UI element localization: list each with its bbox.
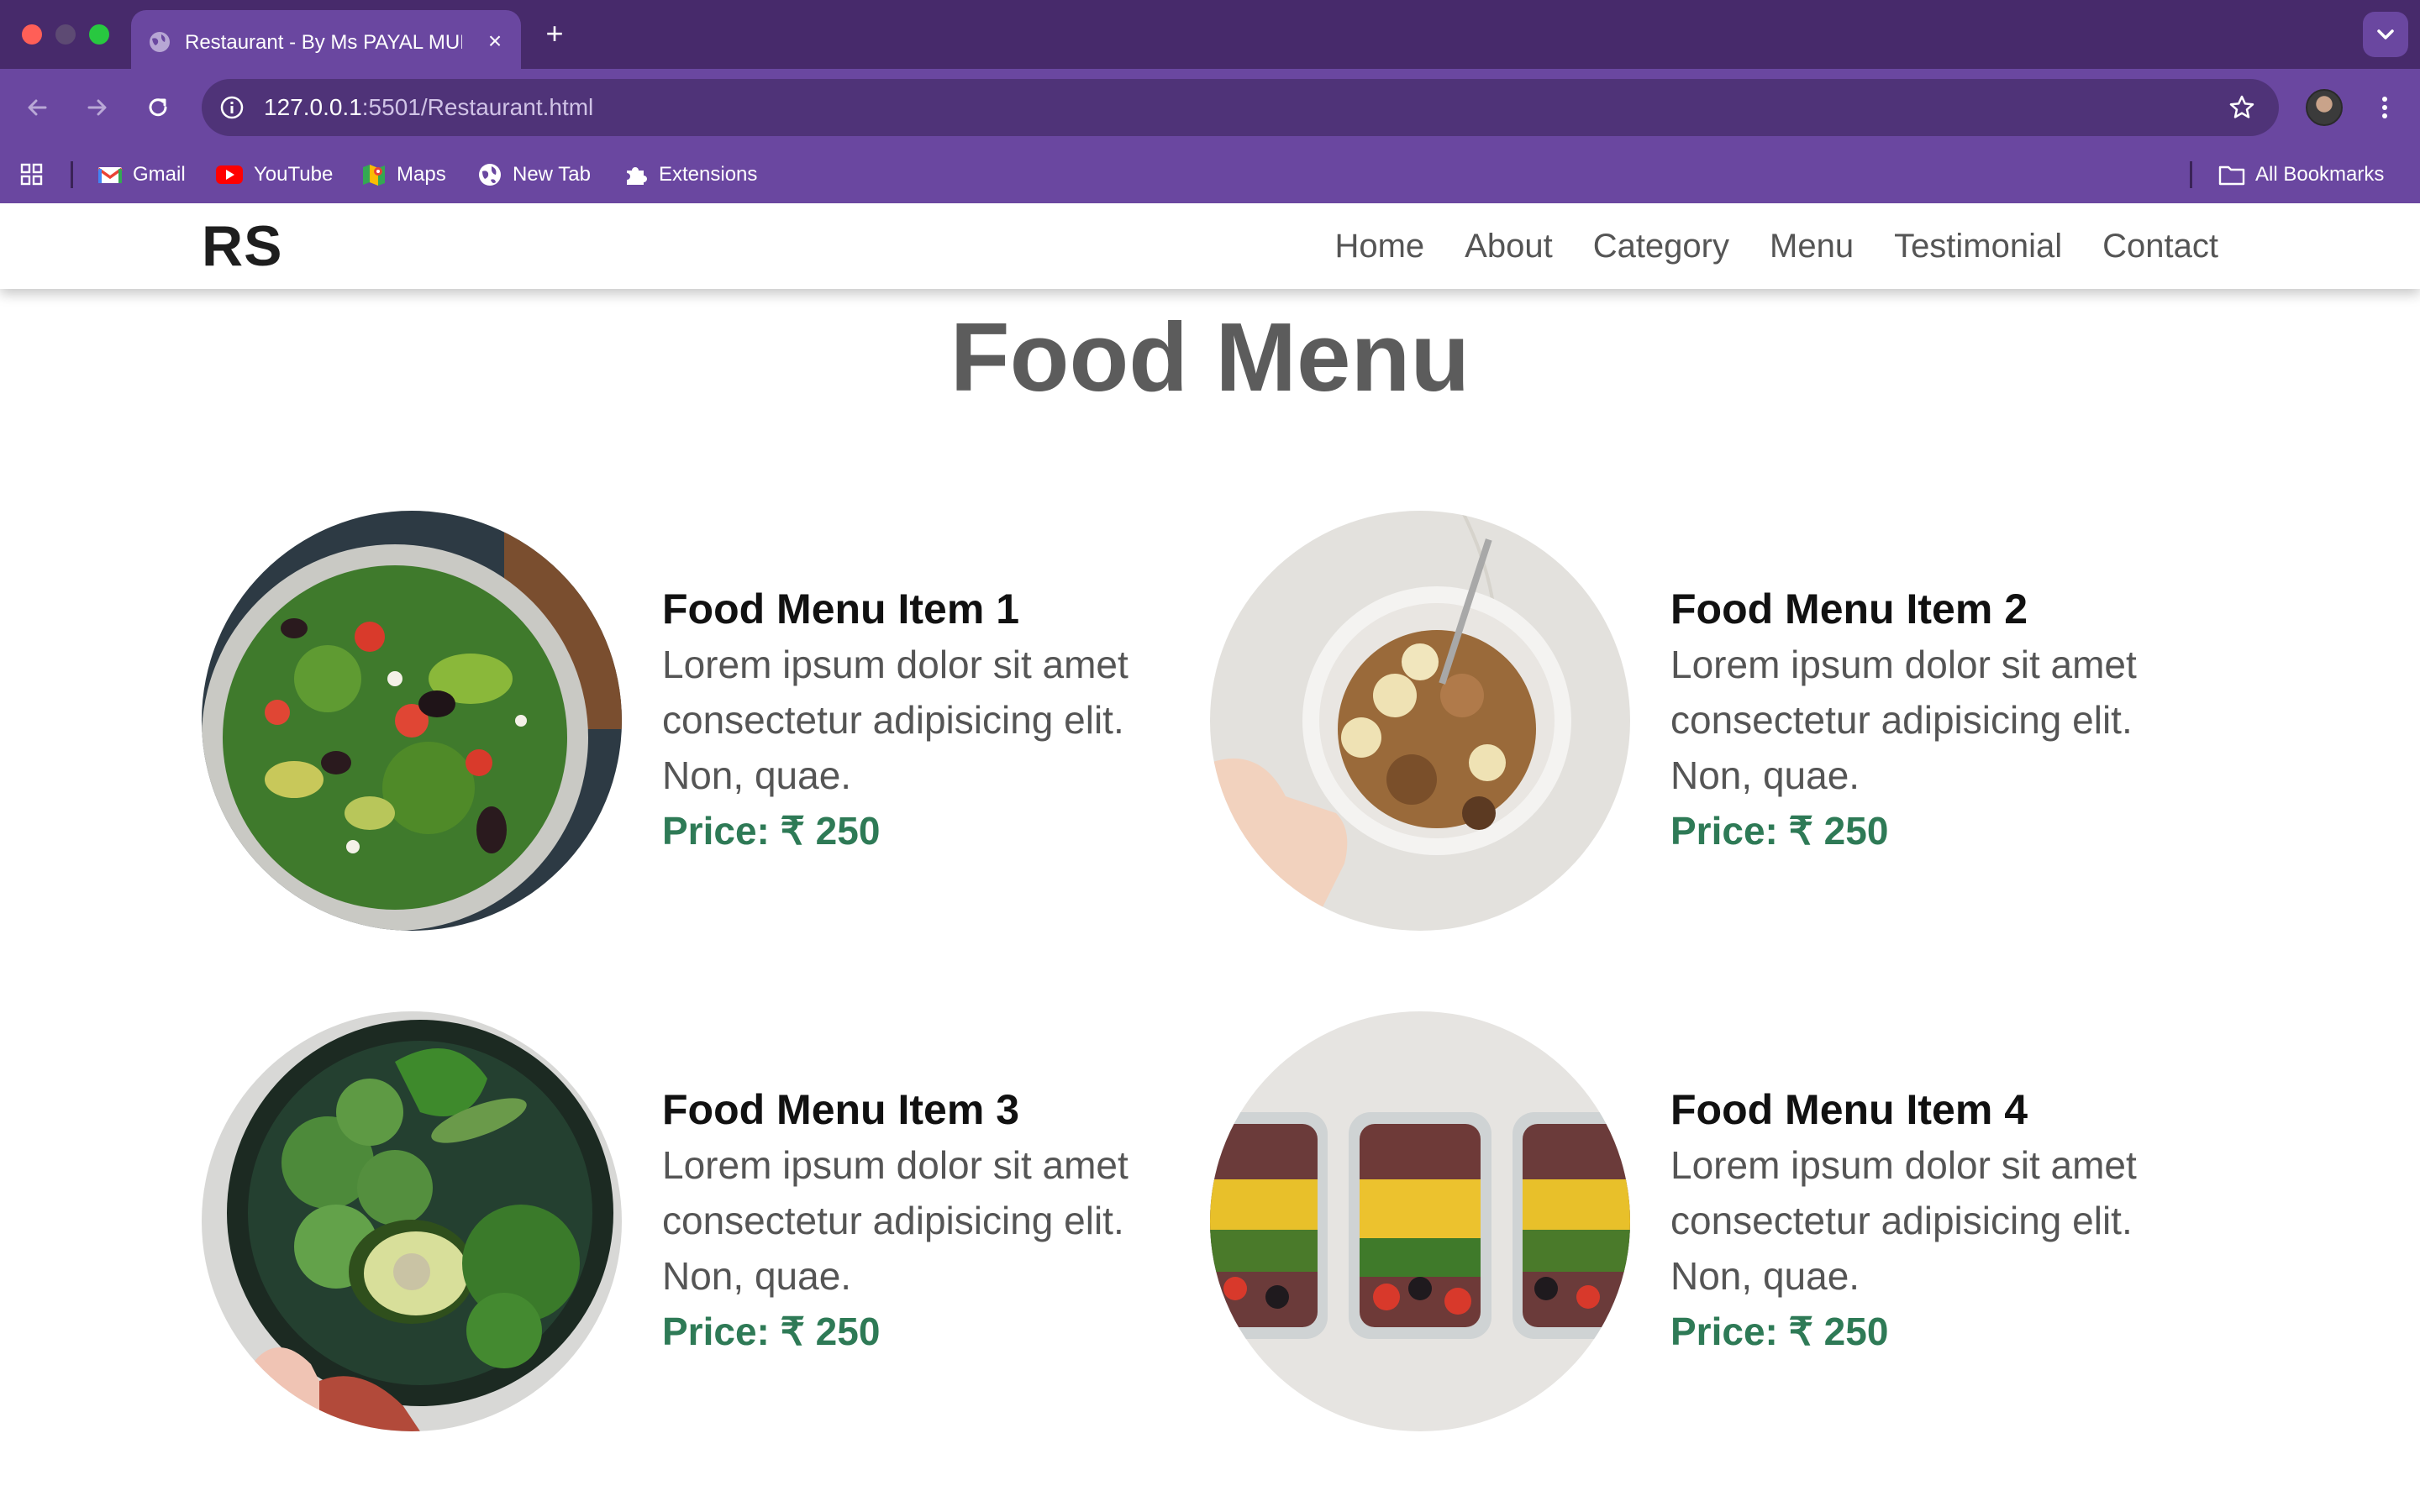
menu-item-photo [1210,1011,1630,1431]
more-menu-icon[interactable] [2368,91,2402,124]
url-text: 127.0.0.1:5501/Restaurant.html [264,92,593,123]
nav-contact[interactable]: Contact [2102,223,2218,269]
menu-item-description: Lorem ipsum dolor sit amet consectetur a… [1670,1143,2137,1298]
bookmark-extensions[interactable]: Extensions [623,158,757,192]
apps-grid-icon[interactable] [20,163,44,186]
folder-icon [2218,165,2245,186]
back-icon[interactable] [20,91,54,124]
youtube-icon [216,165,243,184]
meal-prep-image [1210,1011,1630,1431]
site-navbar: RS Home About Category Menu Testimonial … [0,203,2420,289]
address-bar[interactable]: 127.0.0.1:5501/Restaurant.html [202,79,2279,136]
menu-item-text: Food Menu Item 4 Lorem ipsum dolor sit a… [1670,1082,2208,1359]
menu-item-name: Food Menu Item 3 [662,1086,1019,1133]
maps-icon [363,165,385,186]
nav-home[interactable]: Home [1334,223,1424,269]
bookmark-youtube[interactable]: YouTube [215,158,333,192]
page-title: Food Menu [950,302,1470,412]
bookmark-label: Extensions [659,163,758,186]
menu-item-description: Lorem ipsum dolor sit amet consectetur a… [662,643,1128,797]
globe-icon [479,164,501,186]
forward-icon[interactable] [81,91,114,124]
bookmark-label: Maps [397,163,446,186]
all-bookmarks-label: All Bookmarks [2255,163,2385,186]
menu-item-name: Food Menu Item 4 [1670,1086,2028,1133]
menu-item: Food Menu Item 3 Lorem ipsum dolor sit a… [202,1011,1210,1431]
menu-item-photo [202,511,622,931]
menu-item-price: Price: ₹ 250 [1670,1310,1889,1353]
globe-icon [150,32,170,52]
menu-item: Food Menu Item 1 Lorem ipsum dolor sit a… [202,511,1210,931]
tab-search-button[interactable] [2363,12,2408,57]
bookmark-label: YouTube [254,163,334,186]
bookmark-gmail[interactable]: Gmail [97,158,186,192]
all-bookmarks-button[interactable]: All Bookmarks [2218,158,2384,192]
url-host: 127.0.0.1 [264,94,362,120]
vegetables-bowl-image [202,1011,622,1431]
bookmark-label: Gmail [133,163,186,186]
active-tab[interactable]: Restaurant - By Ms PAYAL MUKHERJEE × [131,10,521,69]
menu-item-name: Food Menu Item 1 [662,585,1019,633]
maximize-window-button[interactable] [89,24,109,45]
profile-avatar[interactable] [2306,89,2343,126]
tab-title: Restaurant - By Ms PAYAL MUKHERJEE [185,31,462,54]
site-info-icon[interactable] [217,92,247,123]
minimize-window-button[interactable] [55,24,76,45]
menu-item-text: Food Menu Item 1 Lorem ipsum dolor sit a… [662,581,1200,858]
salad-bowl-image [202,511,622,931]
menu-item-price: Price: ₹ 250 [662,809,881,853]
reload-icon[interactable] [141,91,175,124]
menu-item-price: Price: ₹ 250 [662,1310,881,1353]
bookmarks-divider [2190,161,2192,188]
browser-toolbar: 127.0.0.1:5501/Restaurant.html [0,69,2420,146]
bookmarks-divider [71,161,73,188]
gmail-icon [97,167,123,183]
nav-menu[interactable]: Menu [1770,223,1854,269]
nav-category[interactable]: Category [1593,223,1729,269]
nav-testimonial[interactable]: Testimonial [1894,223,2062,269]
menu-item-photo [202,1011,622,1431]
browser-tabstrip: Restaurant - By Ms PAYAL MUKHERJEE × + [0,0,2420,69]
bookmark-new-tab[interactable]: New Tab [477,158,591,192]
bookmarks-bar: Gmail YouTube Maps New Tab Extensions Al… [0,146,2420,203]
menu-item-description: Lorem ipsum dolor sit amet consectetur a… [662,1143,1128,1298]
granola-bowl-image [1210,511,1630,931]
menu-item-name: Food Menu Item 2 [1670,585,2028,633]
restaurant-page: RS Home About Category Menu Testimonial … [0,203,2420,1512]
menu-item: Food Menu Item 4 Lorem ipsum dolor sit a… [1210,1011,2218,1431]
nav-about[interactable]: About [1465,223,1553,269]
tab-close-icon[interactable]: × [481,27,509,55]
site-nav: Home About Category Menu Testimonial Con… [1294,223,2218,269]
menu-item-text: Food Menu Item 3 Lorem ipsum dolor sit a… [662,1082,1200,1359]
url-path: :5501/Restaurant.html [361,94,594,120]
site-logo[interactable]: RS [202,218,282,275]
menu-item-description: Lorem ipsum dolor sit amet consectetur a… [1670,643,2137,797]
chevron-down-icon [2377,29,2394,39]
close-window-button[interactable] [22,24,42,45]
bookmark-star-icon[interactable] [2227,92,2257,123]
bookmark-label: New Tab [513,163,591,186]
menu-item-price: Price: ₹ 250 [1670,809,1889,853]
puzzle-icon [627,167,647,185]
menu-item: Food Menu Item 2 Lorem ipsum dolor sit a… [1210,511,2218,931]
new-tab-button[interactable]: + [538,17,571,50]
menu-item-photo [1210,511,1630,931]
menu-item-text: Food Menu Item 2 Lorem ipsum dolor sit a… [1670,581,2208,858]
bookmark-maps[interactable]: Maps [361,158,446,192]
